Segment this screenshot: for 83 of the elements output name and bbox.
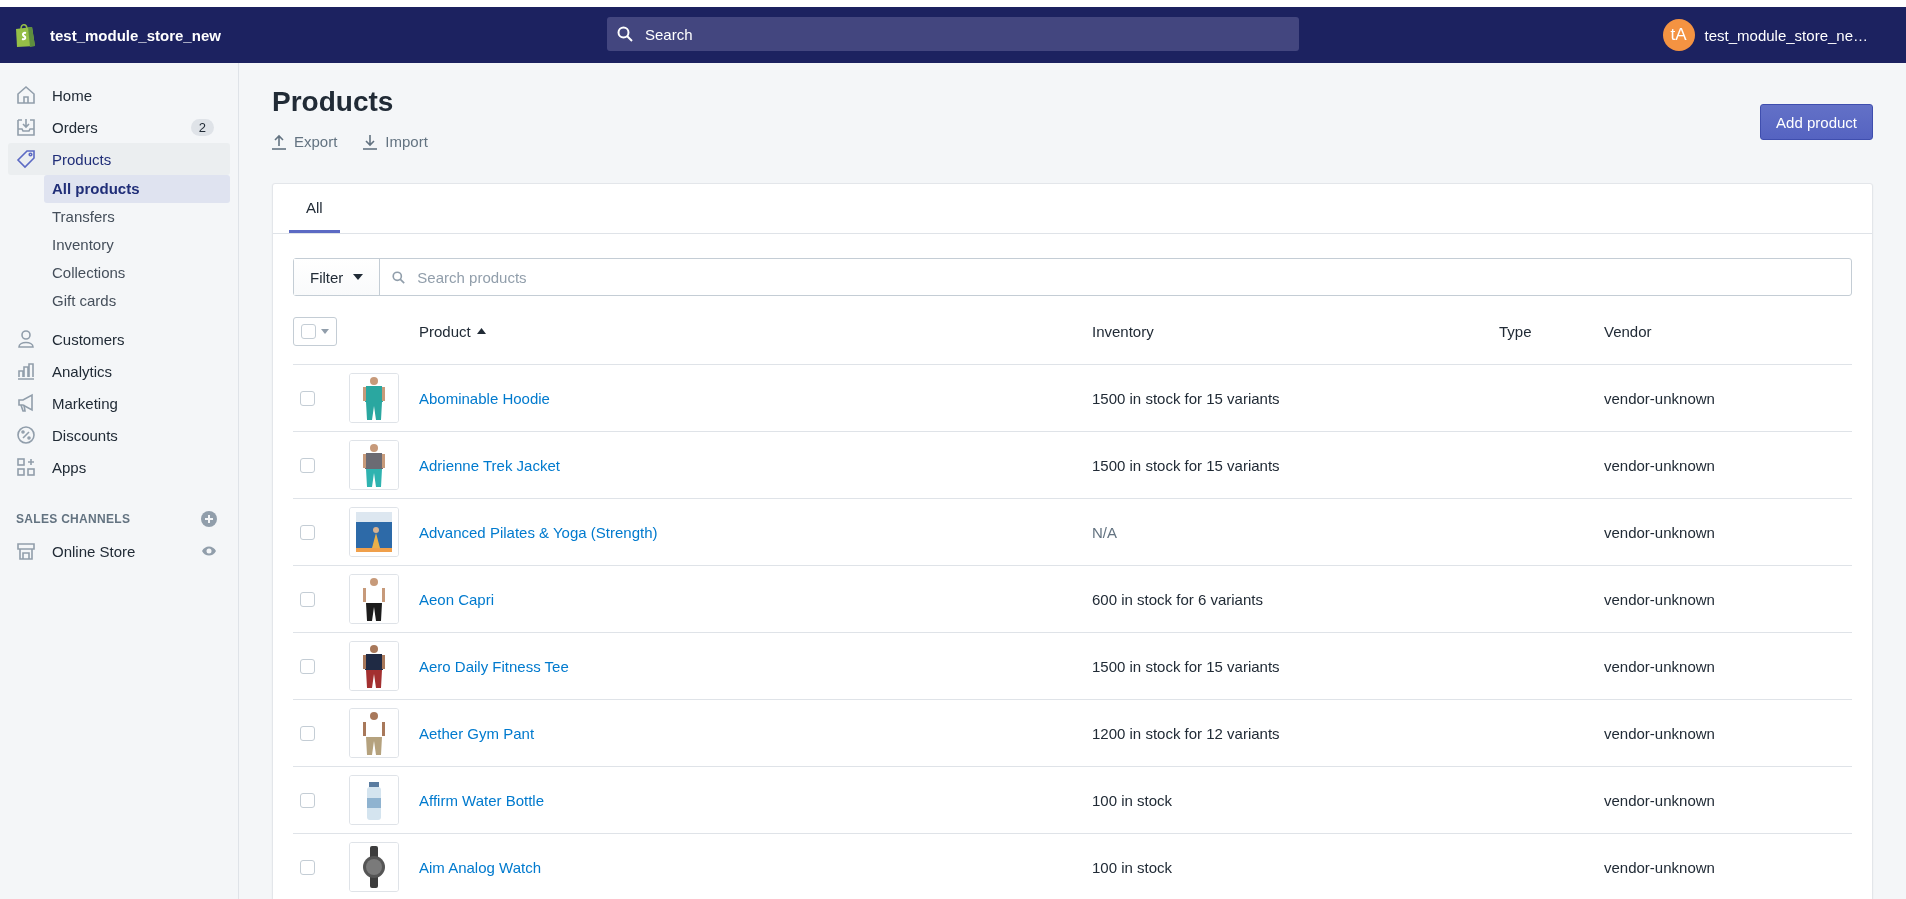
nav-subitem[interactable]: Inventory: [44, 231, 230, 259]
download-icon: [363, 133, 378, 150]
action-link[interactable]: Import: [363, 133, 428, 150]
vendor-text: vendor-unknown: [1604, 389, 1715, 407]
vendor-text: vendor-unknown: [1604, 523, 1715, 541]
vendor-text: vendor-unknown: [1604, 456, 1715, 474]
megaphone-icon: [16, 393, 36, 413]
inventory-text: 100 in stock: [1092, 858, 1173, 876]
chart-icon: [16, 361, 36, 381]
row-checkbox[interactable]: [300, 859, 315, 875]
product-link[interactable]: Aeon Capri: [419, 590, 495, 608]
product-link[interactable]: Aim Analog Watch: [419, 858, 541, 876]
nav-subitem[interactable]: Gift cards: [44, 287, 230, 315]
inventory-text: 1500 in stock for 15 variants: [1092, 456, 1280, 474]
vendor-text: vendor-unknown: [1604, 791, 1715, 809]
store-name[interactable]: test_module_store_new: [50, 26, 221, 44]
section-heading: SALES CHANNELS: [16, 512, 131, 526]
product-link[interactable]: Aether Gym Pant: [419, 724, 535, 742]
row-checkbox[interactable]: [300, 792, 315, 808]
upload-icon: [272, 133, 286, 150]
inventory-text: N/A: [1092, 523, 1117, 541]
vendor-text: vendor-unknown: [1604, 657, 1715, 675]
caret-icon: [321, 328, 329, 334]
row-checkbox[interactable]: [300, 591, 315, 607]
nav-subitem[interactable]: Collections: [44, 259, 230, 287]
home-icon: [16, 85, 36, 105]
person-icon: [16, 329, 36, 349]
column-header[interactable]: Product: [419, 322, 471, 340]
nav-item[interactable]: Home: [8, 79, 230, 111]
add-icon[interactable]: [201, 511, 217, 527]
product-link[interactable]: Aero Daily Fitness Tee: [419, 657, 569, 675]
sort-icon[interactable]: [476, 328, 486, 334]
page-title: Products: [272, 85, 395, 119]
nav-item[interactable]: Analytics: [8, 355, 230, 387]
row-checkbox[interactable]: [300, 658, 315, 674]
column-header[interactable]: Inventory: [1092, 322, 1154, 340]
nav-item[interactable]: Products: [8, 143, 230, 175]
inventory-text: 1500 in stock for 15 variants: [1092, 389, 1280, 407]
action-link[interactable]: Export: [272, 133, 338, 150]
eye-icon[interactable]: [201, 545, 217, 557]
search-field[interactable]: Search: [643, 24, 1289, 44]
search-bar[interactable]: Search: [607, 17, 1299, 51]
nav-item[interactable]: Orders 2: [8, 111, 230, 143]
row-checkbox[interactable]: [300, 524, 315, 540]
account-name[interactable]: test_module_store_ne…: [1704, 26, 1868, 44]
column-header[interactable]: Type: [1499, 322, 1532, 340]
product-link[interactable]: Abominable Hoodie: [419, 389, 550, 407]
row-checkbox[interactable]: [300, 390, 315, 406]
nav-item[interactable]: Marketing: [8, 387, 230, 419]
nav-subitem[interactable]: All products: [44, 175, 230, 203]
filter-button[interactable]: Filter: [294, 259, 381, 295]
tag-icon: [16, 149, 36, 169]
count-badge: 2: [190, 118, 214, 136]
vendor-text: vendor-unknown: [1604, 724, 1715, 742]
search-icon: [617, 26, 633, 42]
nav-item[interactable]: Online Store: [8, 535, 230, 567]
apps-icon: [16, 457, 36, 477]
column-header[interactable]: Vendor: [1604, 322, 1652, 340]
select-all-checkbox[interactable]: [293, 316, 337, 346]
row-checkbox[interactable]: [300, 725, 315, 741]
tab[interactable]: All: [289, 184, 340, 233]
store-icon: [16, 541, 36, 561]
discount-icon: [16, 425, 36, 445]
inventory-text: 100 in stock: [1092, 791, 1173, 809]
vendor-text: vendor-unknown: [1604, 590, 1715, 608]
row-checkbox[interactable]: [300, 457, 315, 473]
search-icon: [392, 270, 406, 284]
product-link[interactable]: Affirm Water Bottle: [419, 791, 545, 809]
nav-item[interactable]: Customers: [8, 323, 230, 355]
product-link[interactable]: Adrienne Trek Jacket: [419, 456, 560, 474]
shopping-bag-icon: [14, 22, 36, 48]
caret-icon: [353, 274, 364, 280]
filter-search-bar[interactable]: Filter Search products: [293, 258, 1852, 296]
nav-item[interactable]: Apps: [8, 451, 230, 483]
nav-subitem[interactable]: Transfers: [44, 203, 230, 231]
add-product-button[interactable]: Add product: [1760, 104, 1873, 140]
vendor-text: vendor-unknown: [1604, 858, 1715, 876]
orders-icon: [16, 117, 36, 137]
nav-item[interactable]: Discounts: [8, 419, 230, 451]
inventory-text: 600 in stock for 6 variants: [1092, 590, 1263, 608]
product-link[interactable]: Advanced Pilates & Yoga (Strength): [419, 523, 658, 541]
inventory-text: 1500 in stock for 15 variants: [1092, 657, 1280, 675]
inventory-text: 1200 in stock for 12 variants: [1092, 724, 1280, 742]
